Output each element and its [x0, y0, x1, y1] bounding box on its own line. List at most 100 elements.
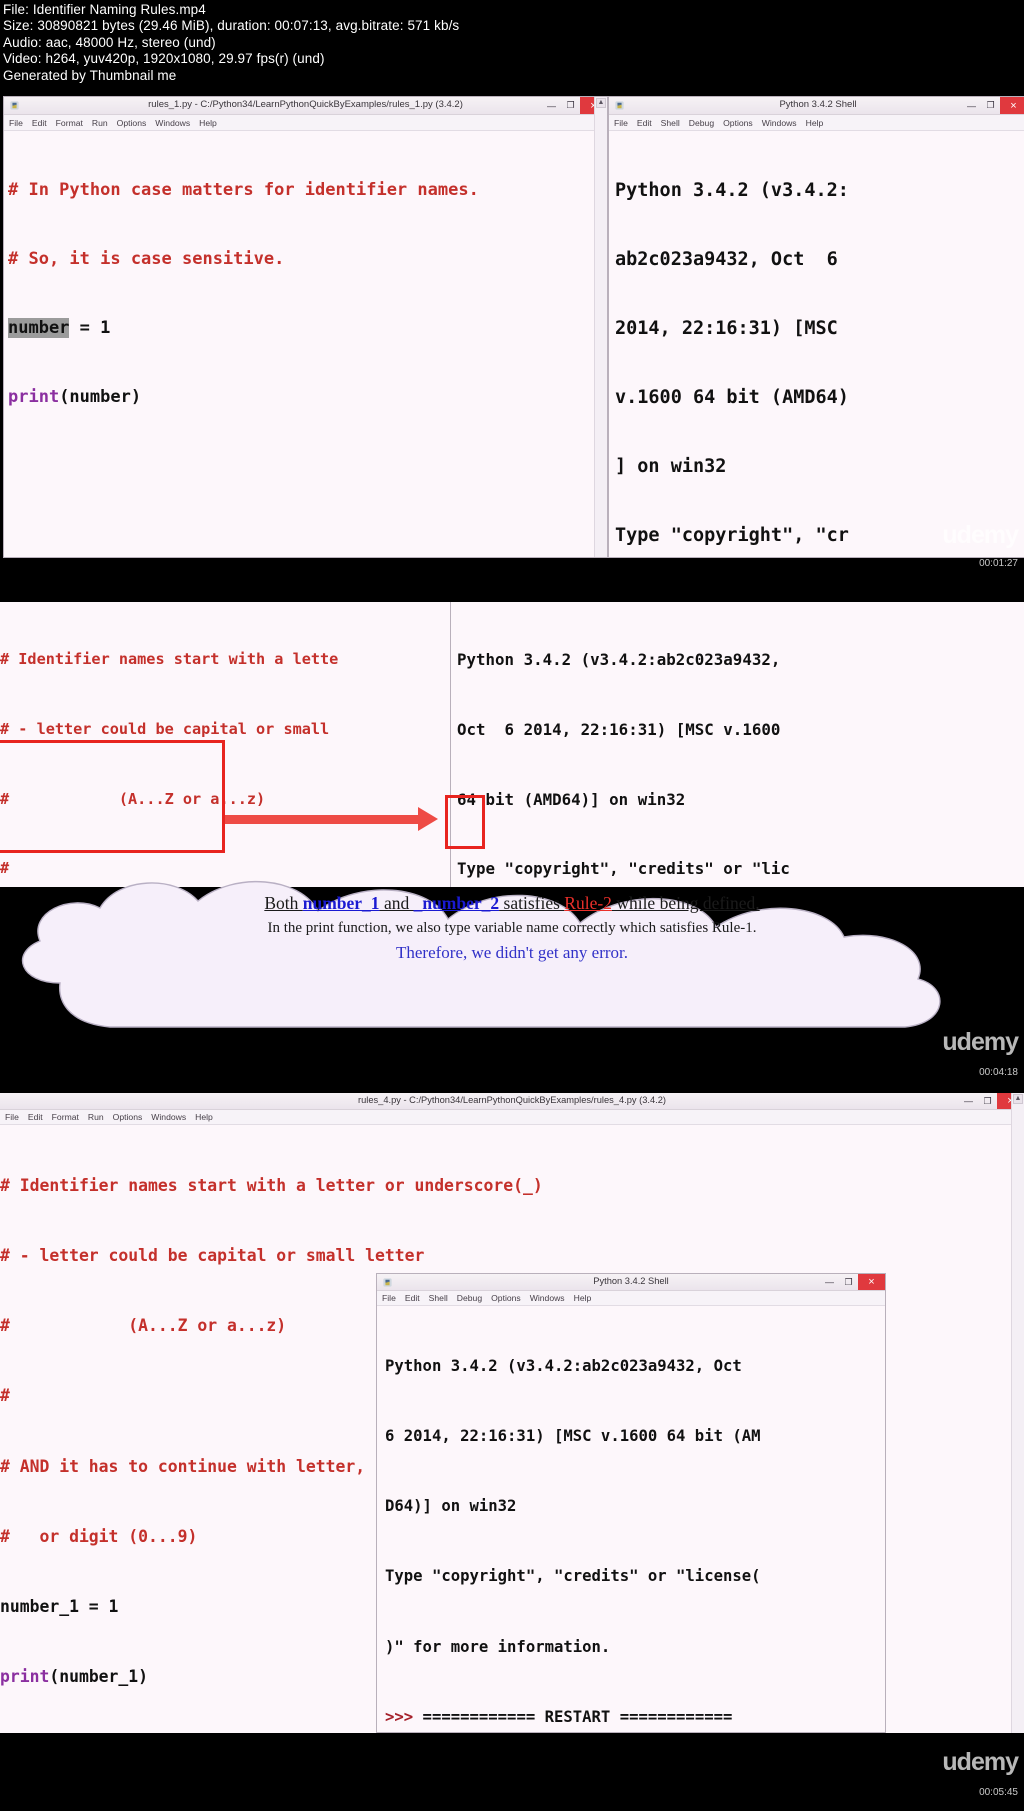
minimize-button[interactable]: —	[962, 97, 981, 114]
menu-item-edit[interactable]: Edit	[637, 118, 652, 128]
callout-text-and: and	[379, 893, 414, 913]
callout-identifier-2: _number_2	[413, 893, 500, 913]
menu-item-help[interactable]: Help	[574, 1293, 592, 1303]
menu-item-shell[interactable]: Shell	[429, 1293, 448, 1303]
menu-item-shell[interactable]: Shell	[661, 118, 680, 128]
shell-line: ab2c023a9432, Oct 6	[615, 249, 838, 270]
shell-menubar-3[interactable]: File Edit Shell Debug Options Windows He…	[377, 1291, 885, 1306]
minimize-button[interactable]: —	[820, 1274, 839, 1290]
menu-item-file[interactable]: File	[5, 1112, 19, 1122]
menu-item-format[interactable]: Format	[56, 118, 83, 128]
shell-line: ] on win32	[615, 456, 727, 477]
menu-item-options[interactable]: Options	[117, 118, 147, 128]
scroll-up-arrow-icon[interactable]: ▲	[596, 98, 606, 108]
menu-item-options[interactable]: Options	[491, 1293, 521, 1303]
udemy-watermark: udemy	[942, 521, 1019, 549]
shell-line: 2014, 22:16:31) [MSC	[615, 318, 838, 339]
shell-line: Python 3.4.2 (v3.4.2:ab2c023a9432, Oct	[385, 1356, 742, 1375]
idle-editor-window-1[interactable]: rules_1.py - C:/Python34/LearnPythonQuic…	[3, 96, 608, 558]
callout-text-tail: while being defined.	[611, 893, 760, 913]
code-line: # Identifier names start with a lette	[0, 650, 339, 669]
menu-item-run[interactable]: Run	[88, 1112, 104, 1122]
menu-item-help[interactable]: Help	[199, 118, 217, 128]
code-line: # So, it is case sensitive.	[8, 249, 285, 269]
code-line: print(number)	[8, 387, 142, 407]
menu-item-edit[interactable]: Edit	[28, 1112, 43, 1122]
menu-item-debug[interactable]: Debug	[457, 1293, 482, 1303]
minimize-button[interactable]: —	[542, 97, 561, 114]
shell-output-area-2[interactable]: Python 3.4.2 (v3.4.2:ab2c023a9432, Oct 6…	[457, 602, 1018, 887]
menu-item-windows[interactable]: Windows	[155, 118, 190, 128]
shell-titlebar-3[interactable]: Python 3.4.2 Shell — ❐ ×	[377, 1274, 885, 1291]
menu-item-edit[interactable]: Edit	[405, 1293, 420, 1303]
file-info-line-audio: Audio: aac, 48000 Hz, stereo (und)	[3, 34, 216, 50]
frame-timecode: 00:04:18	[979, 1067, 1018, 1078]
editor-titlebar-3[interactable]: rules_4.py - C:/Python34/LearnPythonQuic…	[0, 1093, 1024, 1110]
menu-item-file[interactable]: File	[9, 118, 23, 128]
shell-line: 64 bit (AMD64)] on win32	[457, 789, 686, 809]
selected-identifier: number	[8, 318, 70, 338]
close-button[interactable]: ×	[1000, 97, 1024, 114]
frame-timecode: 00:01:27	[979, 558, 1018, 569]
menu-item-edit[interactable]: Edit	[32, 118, 47, 128]
shell-output-area-1[interactable]: Python 3.4.2 (v3.4.2: ab2c023a9432, Oct …	[615, 133, 1014, 557]
frame-timecode: 00:05:45	[979, 1787, 1018, 1798]
idle-shell-window-1[interactable]: Python 3.4.2 Shell — ❐ × File Edit Shell…	[608, 96, 1024, 558]
code-line: # - letter could be capital or small let…	[0, 1246, 425, 1266]
shell-line: Python 3.4.2 (v3.4.2:	[615, 180, 849, 201]
menu-item-help[interactable]: Help	[806, 118, 824, 128]
shell-output-area-3[interactable]: Python 3.4.2 (v3.4.2:ab2c023a9432, Oct 6…	[385, 1308, 879, 1732]
shell-line: D64)] on win32	[385, 1497, 517, 1516]
menu-item-options[interactable]: Options	[723, 118, 753, 128]
editor-scrollbar-3[interactable]: ▲	[1011, 1093, 1024, 1733]
shell-window-buttons-3[interactable]: — ❐ ×	[820, 1274, 885, 1290]
shell-line: Python 3.4.2 (v3.4.2:ab2c023a9432,	[457, 650, 781, 670]
shell-menubar-1[interactable]: File Edit Shell Debug Options Windows He…	[609, 115, 1024, 131]
editor-titlebar-1[interactable]: rules_1.py - C:/Python34/LearnPythonQuic…	[4, 97, 607, 115]
code-highlight-box	[0, 740, 225, 853]
output-highlight-box	[445, 795, 485, 849]
callout-identifier-1: number_1	[302, 893, 380, 913]
maximize-button[interactable]: ❐	[839, 1274, 858, 1290]
maximize-button[interactable]: ❐	[981, 97, 1000, 114]
callout-line-1: Both number_1 and _number_2 satisfies Ru…	[0, 893, 1024, 914]
video-frame-2: # Identifier names start with a lette # …	[0, 575, 1024, 1093]
menu-item-run[interactable]: Run	[92, 118, 108, 128]
menu-item-format[interactable]: Format	[52, 1112, 79, 1122]
annotation-arrow-head	[418, 807, 438, 831]
menu-item-options[interactable]: Options	[113, 1112, 143, 1122]
shell-line: Oct 6 2014, 22:16:31) [MSC v.1600	[457, 720, 781, 740]
editor-code-area-1[interactable]: # In Python case matters for identifier …	[8, 133, 594, 557]
callout-text-satisfies: satisfies	[499, 893, 565, 913]
menu-item-windows[interactable]: Windows	[762, 118, 797, 128]
editor-menubar-3[interactable]: File Edit Format Run Options Windows Hel…	[0, 1110, 1024, 1125]
minimize-button[interactable]: —	[959, 1093, 978, 1109]
idle-shell-window-2[interactable]: Python 3.4.2 (v3.4.2:ab2c023a9432, Oct 6…	[450, 602, 1024, 887]
idle-shell-window-3[interactable]: Python 3.4.2 Shell — ❐ × File Edit Shell…	[376, 1273, 886, 1733]
callout-text-both: Both	[264, 893, 303, 913]
callout-rule-label: Rule-2	[564, 893, 612, 913]
maximize-button[interactable]: ❐	[978, 1093, 997, 1109]
code-line: # In Python case matters for identifier …	[8, 180, 479, 200]
menu-item-windows[interactable]: Windows	[530, 1293, 565, 1303]
video-frame-1: rules_1.py - C:/Python34/LearnPythonQuic…	[0, 88, 1024, 575]
close-button[interactable]: ×	[858, 1274, 885, 1290]
scroll-up-arrow-icon[interactable]: ▲	[1013, 1094, 1023, 1104]
shell-window-buttons-1[interactable]: — ❐ ×	[962, 97, 1024, 114]
menu-item-file[interactable]: File	[614, 118, 628, 128]
editor-title-1: rules_1.py - C:/Python34/LearnPythonQuic…	[148, 99, 463, 110]
menu-item-help[interactable]: Help	[195, 1112, 213, 1122]
cloud-callout: Both number_1 and _number_2 satisfies Ru…	[0, 863, 1024, 1063]
shell-line: 6 2014, 22:16:31) [MSC v.1600 64 bit (AM	[385, 1427, 761, 1446]
menu-item-debug[interactable]: Debug	[689, 118, 714, 128]
shell-titlebar-1[interactable]: Python 3.4.2 Shell — ❐ ×	[609, 97, 1024, 115]
code-line: # - letter could be capital or small	[0, 720, 339, 739]
editor-menubar-1[interactable]: File Edit Format Run Options Windows Hel…	[4, 115, 607, 131]
maximize-button[interactable]: ❐	[561, 97, 580, 114]
editor-scrollbar-1[interactable]: ▲	[594, 97, 607, 557]
shell-line: )" for more information.	[385, 1637, 611, 1656]
menu-item-windows[interactable]: Windows	[151, 1112, 186, 1122]
menu-item-file[interactable]: File	[382, 1293, 396, 1303]
code-line: number = 1	[8, 318, 111, 338]
file-info-line-filename: File: Identifier Naming Rules.mp4	[3, 2, 206, 17]
